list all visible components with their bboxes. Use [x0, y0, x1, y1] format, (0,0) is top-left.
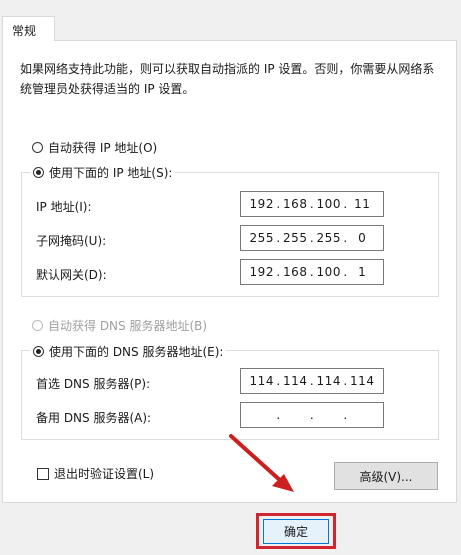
radio-manual-dns-circle[interactable] [33, 346, 44, 357]
validate-settings-box[interactable] [37, 467, 49, 480]
octet: 192 [249, 265, 274, 279]
ip-address-label: IP 地址(I): [36, 200, 92, 214]
radio-auto-dns-circle[interactable] [32, 320, 43, 331]
octet-dot: . [276, 408, 281, 422]
octet-dot: . [276, 374, 281, 388]
alternate-dns-input[interactable]: . . . [240, 402, 384, 428]
preferred-dns-input[interactable]: 114. 114. 114. 114 [240, 368, 384, 394]
octet: 0 [358, 231, 367, 245]
octet-dot: . [309, 231, 315, 245]
description-text: 如果网络支持此功能，则可以获取自动指派的 IP 设置。否则，你需要从网络系统管理… [20, 62, 435, 96]
octet: 114 [283, 374, 308, 388]
octet-dot: . [343, 265, 348, 279]
radio-auto-ip-label: 自动获得 IP 地址(O) [48, 141, 158, 155]
octet: 1 [358, 265, 367, 279]
octet-dot: . [343, 408, 348, 422]
ok-button[interactable]: 确定 [263, 519, 329, 544]
tab-general-label: 常规 [12, 24, 37, 38]
octet: 11 [354, 197, 371, 211]
ip-address-input[interactable]: 192. 168. 100. 11 [240, 191, 384, 217]
octet: 114 [249, 374, 274, 388]
octet: 255 [316, 231, 341, 245]
annotation-arrow-icon [229, 434, 294, 492]
radio-manual-dns-label: 使用下面的 DNS 服务器地址(E): [49, 345, 224, 359]
octet-dot: . [343, 231, 348, 245]
gateway-label: 默认网关(D): [36, 268, 107, 282]
radio-manual-dns[interactable]: 使用下面的 DNS 服务器地址(E): [30, 343, 227, 360]
advanced-button-label: 高级(V)... [359, 469, 413, 484]
radio-manual-ip-label: 使用下面的 IP 地址(S): [49, 166, 173, 180]
octet: 114 [350, 374, 375, 388]
octet: 255 [249, 231, 274, 245]
octet: 168 [283, 265, 308, 279]
validate-settings-checkbox[interactable]: 退出时验证设置(L) [37, 465, 154, 482]
radio-auto-ip-circle[interactable] [32, 142, 43, 153]
octet: 192 [249, 197, 274, 211]
octet-dot: . [309, 197, 315, 211]
radio-manual-ip-circle[interactable] [33, 167, 44, 178]
tab-general[interactable]: 常规 [2, 16, 55, 41]
octet: 100 [316, 197, 341, 211]
radio-auto-ip[interactable]: 自动获得 IP 地址(O) [32, 139, 157, 156]
advanced-button[interactable]: 高级(V)... [334, 462, 438, 490]
subnet-mask-label: 子网掩码(U): [36, 234, 107, 248]
octet-dot: . [309, 374, 315, 388]
octet-dot: . [309, 265, 315, 279]
validate-settings-label: 退出时验证设置(L) [54, 467, 155, 481]
octet-dot: . [309, 408, 315, 422]
radio-manual-ip[interactable]: 使用下面的 IP 地址(S): [30, 164, 176, 181]
octet: 100 [316, 265, 341, 279]
alternate-dns-label: 备用 DNS 服务器(A): [36, 411, 152, 425]
octet-dot: . [343, 374, 348, 388]
octet: 168 [283, 197, 308, 211]
ok-button-label: 确定 [283, 525, 308, 539]
subnet-mask-input[interactable]: 255. 255. 255. 0 [240, 225, 384, 251]
octet-dot: . [276, 231, 281, 245]
octet: 114 [316, 374, 341, 388]
preferred-dns-label: 首选 DNS 服务器(P): [36, 377, 151, 391]
gateway-input[interactable]: 192. 168. 100. 1 [240, 259, 384, 285]
octet: 255 [283, 231, 308, 245]
radio-auto-dns-label: 自动获得 DNS 服务器地址(B) [48, 319, 208, 333]
octet-dot: . [276, 265, 281, 279]
octet-dot: . [343, 197, 348, 211]
octet-dot: . [276, 197, 281, 211]
radio-auto-dns[interactable]: 自动获得 DNS 服务器地址(B) [32, 317, 207, 334]
